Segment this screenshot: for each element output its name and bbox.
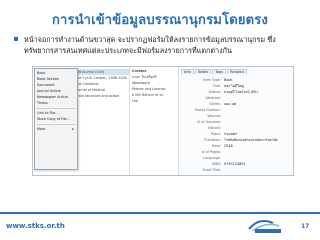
publisher-field[interactable]: โรงพิมพ์แห่งจุฬาลงกรณ์มหาวิทยาลัย xyxy=(224,138,290,143)
menu-item-newspaper-article[interactable]: Newspaper Article xyxy=(37,95,75,100)
menu-item-book[interactable]: Book xyxy=(37,71,75,76)
bullet-text: หน้าจอการทำงานด้านขวาสุด จะปรากฏฟอร์มให้… xyxy=(24,34,310,56)
menu-item-more[interactable]: More ▸ xyxy=(37,127,75,132)
menu-separator xyxy=(37,124,75,125)
list-item[interactable]: นายก ในเครื่องนี้ xyxy=(132,75,176,80)
field-label: Author: xyxy=(208,90,222,94)
list-item[interactable]: Brain structure and action xyxy=(75,93,129,99)
isbn-field[interactable]: 9745124891 xyxy=(224,162,290,167)
tab-tags[interactable]: Tags xyxy=(212,69,227,74)
tab-related[interactable]: Related xyxy=(227,69,247,74)
stks-logo xyxy=(248,220,281,233)
field-label: Volume: xyxy=(207,114,221,118)
bullet-line-2: ทรัพยากรสารสนเทศแต่ละประเภทจะมีฟอร์มลงรา… xyxy=(24,46,232,55)
list-item[interactable]: Woodward xyxy=(132,81,176,86)
date-field[interactable]: 2548 xyxy=(224,144,290,149)
menu-item-document[interactable]: Document xyxy=(37,83,75,88)
field-label: Item Type: xyxy=(203,78,221,82)
bullet-icon xyxy=(14,37,18,41)
place-field[interactable]: กรุงเทพฯ xyxy=(224,132,290,137)
field-label: Language: xyxy=(203,156,221,160)
list-item[interactable]: K Mill Bilhorn et al. xyxy=(132,93,176,98)
field-label: ISBN: xyxy=(211,162,221,166)
menu-item-thesis[interactable]: Thesis xyxy=(37,101,75,106)
slide: การนำเข้าข้อมูลบรรณานุกรมโดยตรง หน้าจอกา… xyxy=(0,0,320,240)
bullet-point: หน้าจอการทำงานด้านขวาสุด จะปรากฏฟอร์มให้… xyxy=(14,34,310,56)
slide-title: การนำเข้าข้อมูลบรรณานุกรมโดยตรง xyxy=(51,13,269,28)
chevron-right-icon: ▸ xyxy=(72,127,74,131)
field-label: Abstract: xyxy=(205,96,221,100)
creator-column-pane: Creator นายก ในเครื่องนี้ Woodward Pedro… xyxy=(130,67,179,175)
menu-item-more-label: More xyxy=(37,127,46,131)
bullet-line-1: หน้าจอการทำงานด้านขวาสุด จะปรากฏฟอร์มให้… xyxy=(24,35,276,44)
page-number: 17 xyxy=(301,223,310,230)
field-label: # of Volumes: xyxy=(197,120,221,124)
field-label: Series Number: xyxy=(194,108,221,112)
series-field[interactable]: แผน นพ xyxy=(224,102,290,107)
menu-item-journal-article[interactable]: Journal Article xyxy=(37,89,75,94)
title-field[interactable]: ทอง ไม่มีใหญ่ xyxy=(224,84,290,89)
list-item[interactable]: Lee xyxy=(132,99,176,104)
field-label: # of Pages: xyxy=(201,150,221,154)
list-item[interactable]: Pedroe and Lorenzo xyxy=(132,87,176,92)
column-header-creator[interactable]: Creator xyxy=(132,69,176,74)
field-label: Edition: xyxy=(208,126,221,130)
zotero-screenshot: Cell Journal (Cell) The Cyclic Cardiac, … xyxy=(32,66,294,176)
item-info-pane: Info Notes Tags Related Item Type: Book Tit… xyxy=(179,67,293,175)
author-field[interactable]: นายสุนี ไชยโรจน์ (Mr.) xyxy=(224,90,290,95)
menu-item-link-to-file[interactable]: Link to File... xyxy=(37,111,75,116)
field-label: Short Title: xyxy=(202,168,221,172)
field-label: Date: xyxy=(211,144,221,148)
new-item-context-menu: Book Book Section Document Journal Artic… xyxy=(34,68,78,170)
field-label: Title: xyxy=(212,84,221,88)
item-type-value[interactable]: Book xyxy=(224,78,290,83)
footer-url: www.stks.or.th xyxy=(6,222,65,230)
field-label: Publisher: xyxy=(204,138,221,142)
field-label: Place: xyxy=(210,132,221,136)
tab-info[interactable]: Info xyxy=(181,69,194,74)
menu-separator xyxy=(37,108,75,109)
field-label: Series: xyxy=(209,102,221,106)
tab-notes[interactable]: Notes xyxy=(194,69,212,74)
footer-divider xyxy=(0,212,320,214)
info-tabs: Info Notes Tags Related xyxy=(181,69,248,75)
menu-item-book-section[interactable]: Book Section xyxy=(37,77,75,82)
menu-item-store-copy[interactable]: Store Copy of File... xyxy=(37,117,75,122)
